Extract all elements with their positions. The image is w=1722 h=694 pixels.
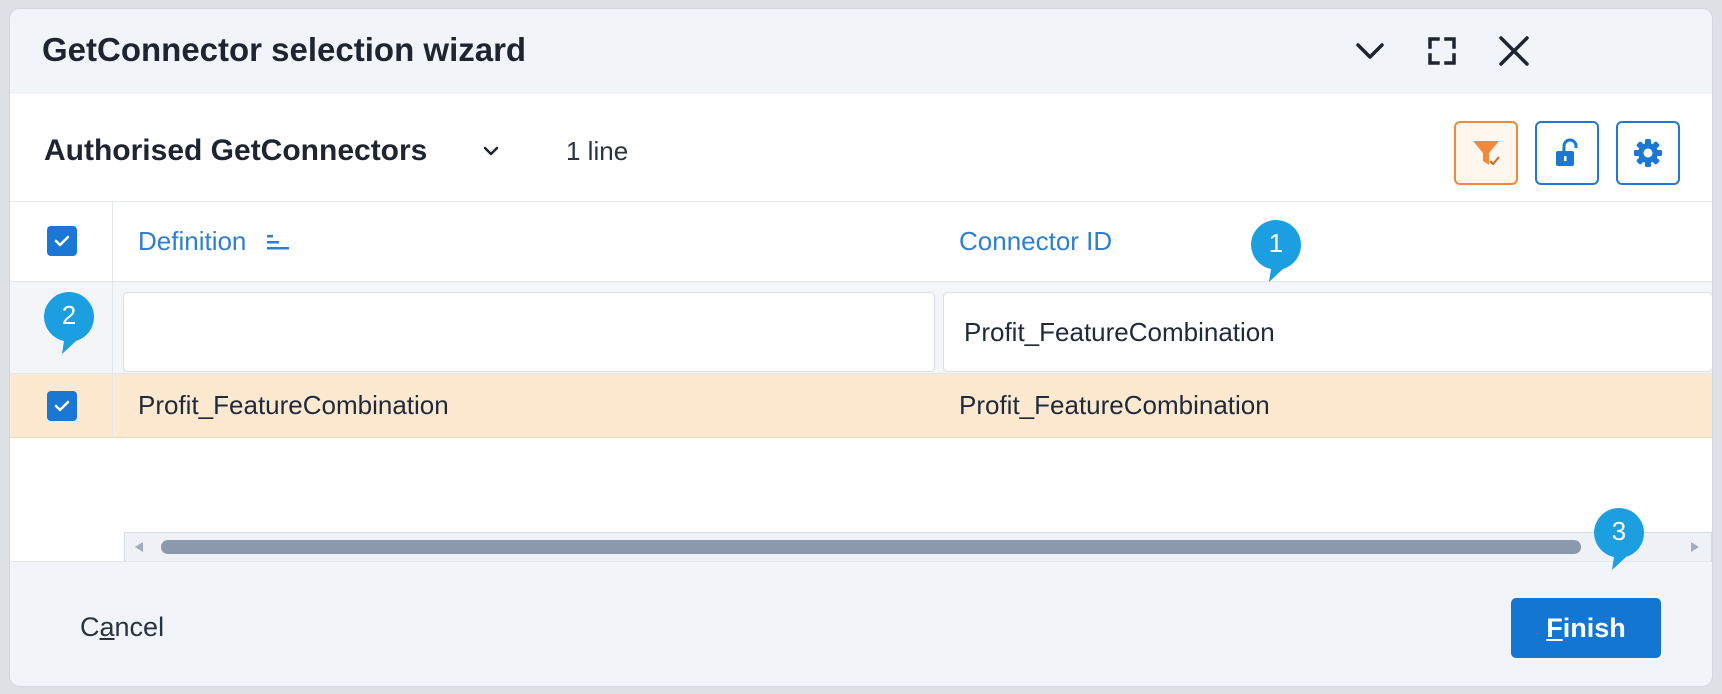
view-selector[interactable]: Authorised GetConnectors <box>44 134 427 168</box>
dialog-footer: Cancel Finish <box>10 561 1712 686</box>
definition-filter-input[interactable] <box>123 292 935 372</box>
select-column-header <box>10 202 113 281</box>
column-header-connector-id[interactable]: Connector ID <box>959 226 1112 257</box>
cancel-label-end: ncel <box>114 612 165 642</box>
table-row[interactable]: Profit_FeatureCombination Profit_Feature… <box>10 374 1712 438</box>
filter-icon <box>1473 141 1500 166</box>
close-icon[interactable] <box>1494 31 1534 71</box>
column-header-definition[interactable]: Definition <box>138 226 290 257</box>
unlock-icon <box>1556 138 1578 166</box>
callout-number: 2 <box>61 300 77 330</box>
settings-button[interactable] <box>1616 121 1680 185</box>
grid-toolbar: Authorised GetConnectors 1 line <box>10 94 1712 201</box>
row-checkbox[interactable] <box>47 391 77 421</box>
row-select-cell <box>10 374 113 437</box>
cancel-access-key: a <box>99 612 115 642</box>
definition-cell: Profit_FeatureCombination <box>138 390 449 420</box>
select-all-checkbox[interactable] <box>47 226 77 256</box>
lock-button[interactable] <box>1535 121 1599 185</box>
scroll-right-icon[interactable] <box>1687 539 1703 555</box>
callout-marker: 3 <box>1592 506 1646 570</box>
chevron-down-icon[interactable] <box>1350 31 1390 71</box>
cancel-label-start: C <box>80 612 100 642</box>
callout-marker: 2 <box>42 290 96 354</box>
chevron-down-icon[interactable] <box>482 142 500 160</box>
finish-access-key: F <box>1546 612 1563 643</box>
dialog-title: GetConnector selection wizard <box>42 31 527 68</box>
horizontal-scrollbar[interactable] <box>124 532 1712 562</box>
callout-number: 3 <box>1611 516 1627 546</box>
finish-button[interactable]: Finish <box>1511 598 1661 658</box>
cancel-button[interactable]: Cancel <box>80 612 164 643</box>
filter-button[interactable] <box>1454 121 1518 185</box>
connector-id-cell: Profit_FeatureCombination <box>959 390 1270 420</box>
selection-wizard-dialog: GetConnector selection wizard Authorised… <box>10 9 1712 686</box>
connector-id-filter-input[interactable] <box>943 292 1712 372</box>
check-icon <box>54 400 70 412</box>
connector-grid: Definition Connector ID Profit_FeatureCo… <box>10 201 1712 562</box>
dialog-titlebar: GetConnector selection wizard <box>10 9 1712 94</box>
check-icon <box>54 235 70 247</box>
grid-filter-row <box>10 282 1712 374</box>
callout-number: 1 <box>1268 228 1284 258</box>
scroll-left-icon[interactable] <box>131 539 147 555</box>
line-count: 1 line <box>566 136 629 166</box>
expand-icon[interactable] <box>1422 31 1462 71</box>
callout-marker: 1 <box>1249 218 1303 282</box>
finish-label-end: inish <box>1562 612 1626 643</box>
column-header-label: Definition <box>138 226 247 256</box>
grid-header-row: Definition Connector ID <box>10 202 1712 282</box>
gear-icon <box>1634 139 1662 167</box>
scrollbar-thumb[interactable] <box>161 540 1581 554</box>
sort-ascending-icon[interactable] <box>266 232 290 252</box>
